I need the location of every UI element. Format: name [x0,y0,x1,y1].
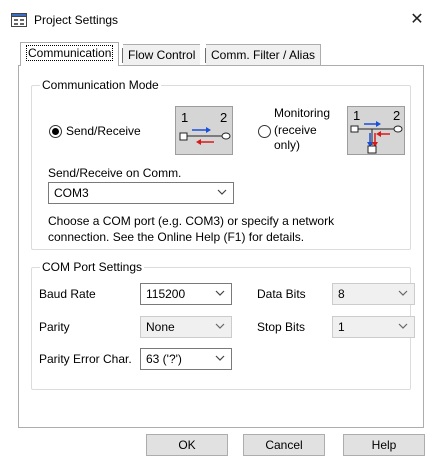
monitoring-label-line-3[interactable]: only) [274,138,300,152]
comm-port-label: Send/Receive on Comm. [48,166,182,180]
chevron-down-icon [217,189,227,195]
parity-select[interactable]: None [140,316,232,338]
comm-port-select[interactable]: COM3 [48,182,234,204]
tab-comm-filter-alias-label: Comm. Filter / Alias [211,48,316,62]
parity-value: None [146,320,175,334]
parity-label: Parity [39,320,70,334]
help-button[interactable]: Help [343,434,425,456]
communication-mode-group: Communication Mode Send/Receive 1 2 Moni… [31,78,411,250]
chevron-down-icon [215,323,225,329]
baud-rate-select[interactable]: 115200 [140,283,232,305]
monitoring-label-line-2[interactable]: (receive [274,123,317,137]
chevron-down-icon [398,323,408,329]
com-port-settings-title: COM Port Settings [40,260,145,274]
tab-communication-label: Communication [26,45,114,61]
stop-bits-value: 1 [338,320,345,334]
send-receive-label[interactable]: Send/Receive [66,124,141,138]
diagram-endpoint-2-label: 2 [220,110,228,125]
diagram-endpoint-1-label: 1 [181,110,189,125]
tab-panel-communication: Communication Mode Send/Receive 1 2 Moni… [18,65,424,428]
title-bar: Project Settings ✕ [0,0,436,40]
window-title: Project Settings [34,13,119,27]
baud-rate-label: Baud Rate [39,287,96,301]
tab-comm-filter-alias[interactable]: Comm. Filter / Alias [206,44,322,66]
data-bits-select[interactable]: 8 [332,283,415,305]
stop-bits-label: Stop Bits [257,320,306,334]
comm-help-text-line-1: Choose a COM port (e.g. COM3) or specify… [48,214,335,228]
monitoring-radio[interactable] [258,125,271,138]
tab-communication[interactable]: Communication [20,42,120,66]
data-bits-label: Data Bits [257,287,306,301]
data-bits-value: 8 [338,287,345,301]
send-receive-radio[interactable] [49,125,62,138]
chevron-down-icon [398,290,408,296]
com-port-settings-group: COM Port Settings Baud Rate 115200 Data … [31,260,415,390]
tab-flow-control[interactable]: Flow Control [123,44,201,66]
tab-flow-control-label: Flow Control [128,48,196,62]
parity-error-char-value: 63 ('?') [146,352,182,366]
monitoring-diagram: 1 2 [347,106,405,155]
parity-error-char-select[interactable]: 63 ('?') [140,348,232,370]
settings-window-icon [11,13,27,27]
tab-separator [122,48,123,63]
comm-help-text-line-2: connection. See the Online Help (F1) for… [48,230,305,244]
comm-port-value: COM3 [54,186,89,200]
cancel-button[interactable]: Cancel [243,434,325,456]
monitoring-label[interactable]: Monitoring [274,106,330,120]
stop-bits-select[interactable]: 1 [332,316,415,338]
monitor-diagram-endpoint-2-label: 2 [393,108,401,123]
tab-separator [205,48,206,63]
chevron-down-icon [215,355,225,361]
parity-error-char-label: Parity Error Char. [39,352,132,366]
close-button[interactable]: ✕ [406,10,428,30]
monitor-diagram-endpoint-1-label: 1 [353,108,361,123]
chevron-down-icon [215,290,225,296]
ok-button[interactable]: OK [146,434,228,456]
baud-rate-value: 115200 [146,287,186,301]
send-receive-diagram: 1 2 [175,106,233,155]
communication-mode-title: Communication Mode [40,78,161,92]
